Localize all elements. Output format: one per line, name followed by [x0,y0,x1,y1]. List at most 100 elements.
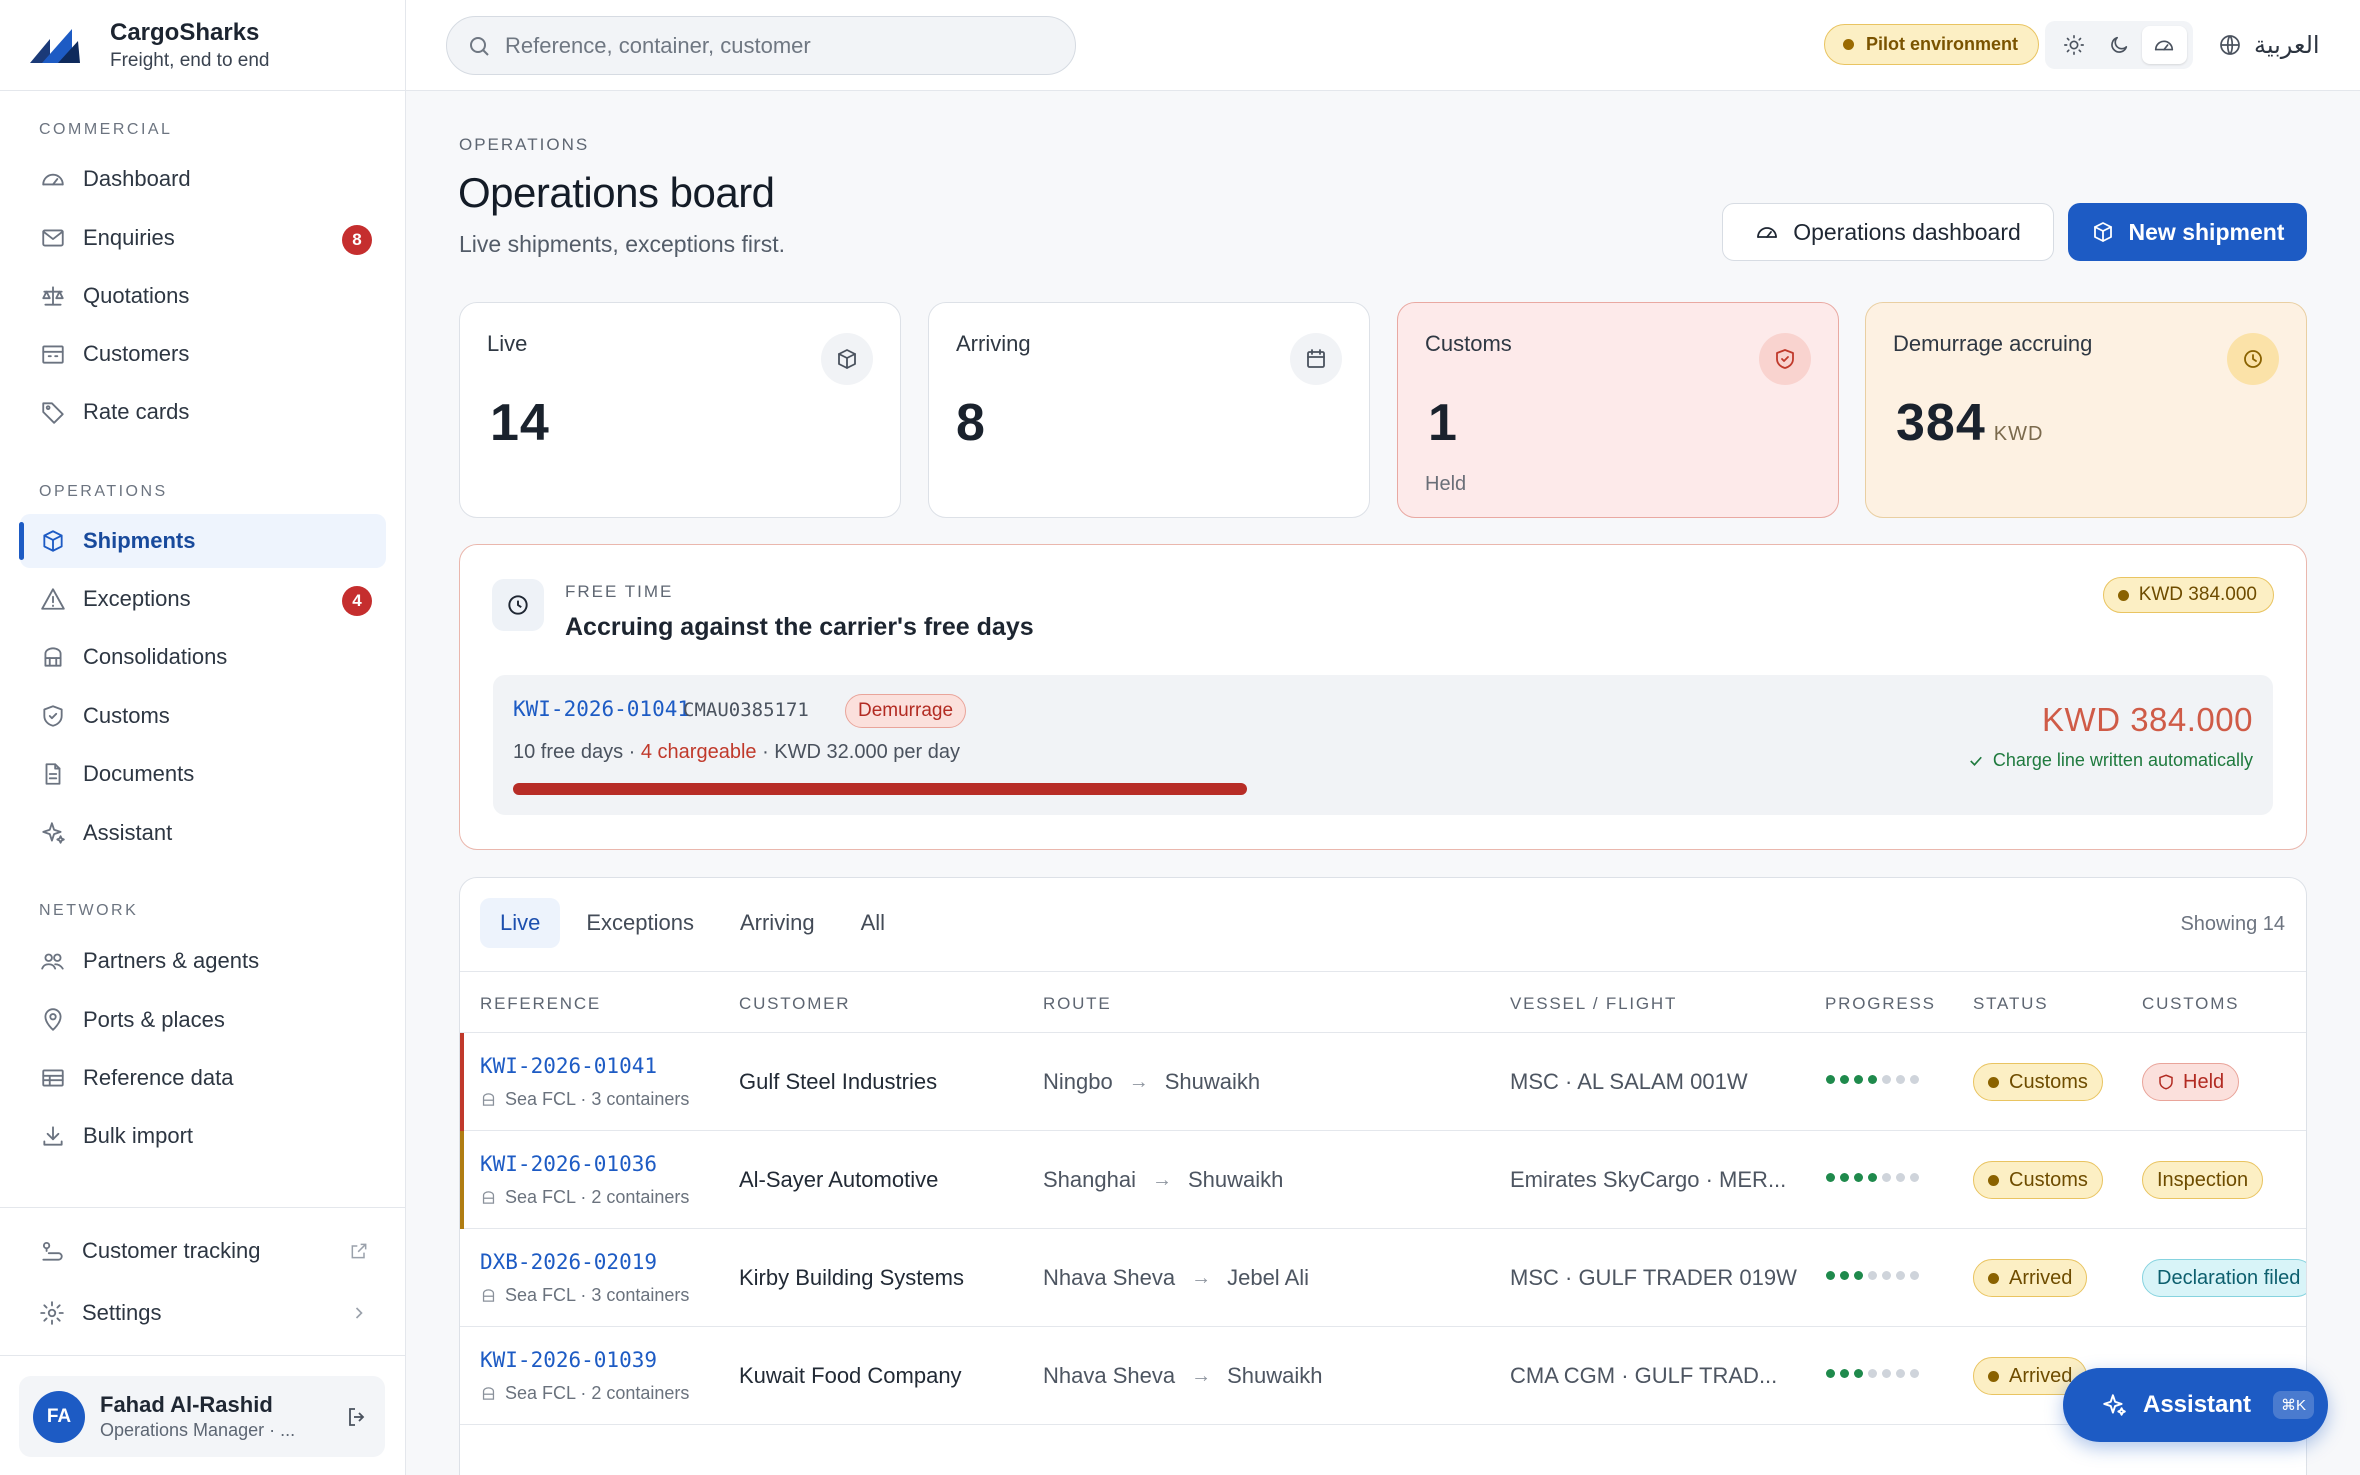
stat-number: 384 [1896,394,1986,452]
sidebar-item-shipments[interactable]: Shipments [19,514,386,568]
tab-exceptions[interactable]: Exceptions [566,898,714,948]
brand[interactable]: CargoSharks Freight, end to end [0,0,405,91]
sidebar-item-settings[interactable]: Settings [19,1286,385,1340]
container-icon [480,1385,505,1402]
stat-label: Live [487,331,528,356]
language-switcher[interactable]: العربية [2218,25,2320,65]
progress-step-dot [1854,1369,1863,1378]
shipment-reference-link[interactable]: DXB-2026-02019 [480,1250,657,1274]
auto-theme-button[interactable] [2141,26,2187,64]
tag-icon [40,399,66,425]
progress-step-dot [1840,1173,1849,1182]
operations-dashboard-button[interactable]: Operations dashboard [1722,203,2054,261]
sidebar-item-label: Customer tracking [82,1238,261,1263]
dark-theme-button[interactable] [2096,26,2141,64]
column-header-status[interactable]: STATUS [1973,994,2048,1014]
stat-card-customs[interactable]: Customs 1 Held [1397,302,1839,518]
progress-step-dot [1896,1271,1905,1280]
status-text: Customs [2009,1070,2088,1093]
shipment-meta: Sea FCL · 2 containers [480,1187,689,1208]
table-row[interactable]: KWI-2026-01041 Sea FCL · 3 containers Gulf… [460,1033,2306,1131]
sidebar-item-exceptions[interactable]: Exceptions 4 [20,572,386,626]
stat-card-live[interactable]: Live 14 [459,302,901,518]
vessel-flight: CMA CGM · GULF TRAD... [1510,1363,1778,1388]
customs-badge: Inspection [2142,1161,2264,1199]
shipment-reference-link[interactable]: KWI-2026-01039 [480,1348,657,1372]
route: Nhava Sheva → Jebel Ali [1043,1265,1309,1291]
sparkle-icon [2103,1394,2126,1416]
sidebar-item-assistant[interactable]: Assistant [20,806,386,860]
progress-step-dot [1882,1173,1891,1182]
column-header-customs[interactable]: CUSTOMS [2142,994,2239,1014]
mail-icon [40,225,66,251]
route-origin: Nhava Sheva [1043,1363,1176,1388]
sidebar-item-customers[interactable]: Customers [20,327,386,381]
route-origin: Ningbo [1043,1069,1113,1094]
stat-card-arriving[interactable]: Arriving 8 [928,302,1370,518]
sidebar-item-ports[interactable]: Ports & places [20,993,386,1047]
status-badge: Arrived [1973,1259,2088,1297]
user-card[interactable]: FA Fahad Al-Rashid Operations Manager · … [19,1376,385,1457]
table-row[interactable]: DXB-2026-02019 Sea FCL · 3 containers Kirb… [460,1229,2306,1327]
new-shipment-button[interactable]: New shipment [2068,203,2307,261]
logout-icon[interactable] [345,1405,369,1429]
sidebar-item-rate-cards[interactable]: Rate cards [20,385,386,439]
shipment-reference-link[interactable]: KWI-2026-01041 [513,697,690,721]
shipment-reference-link[interactable]: KWI-2026-01041 [480,1054,657,1078]
sidebar-item-customs[interactable]: Customs [20,689,386,743]
sidebar-item-label: Customers [83,341,190,366]
stat-sub: Held [1425,473,1467,495]
page-subtitle: Live shipments, exceptions first. [459,231,785,257]
search-input[interactable] [505,32,1065,59]
search-icon [470,36,489,56]
sidebar-item-quotations[interactable]: Quotations [20,269,386,323]
vessel-flight: MSC · AL SALAM 001W [1510,1069,1748,1094]
stat-value: 14 [490,394,550,452]
sidebar-item-dashboard[interactable]: Dashboard [20,152,386,206]
stat-value: 8 [956,394,986,452]
progress-step-dot [1854,1075,1863,1084]
progress-step-dot [1910,1271,1919,1280]
customs-badge: Declaration filed [2142,1259,2306,1297]
table-row[interactable]: KWI-2026-01036 Sea FCL · 2 containers Al-S… [460,1131,2306,1229]
customs-text: Declaration filed [2157,1266,2301,1289]
status-badge: Customs [1973,1063,2103,1101]
tab-all[interactable]: All [841,898,905,948]
demurrage-row[interactable]: KWI-2026-01041 CMAU0385171 Demurrage 10 … [493,675,2273,815]
shipment-mode: Sea FCL · 3 containers [505,1285,690,1305]
arrow-right-icon: → [1191,1266,1212,1289]
container-icon [480,1091,505,1108]
column-header-reference[interactable]: REFERENCE [480,994,601,1014]
stat-value: 1 [1428,394,1458,452]
sidebar-item-bulk-import[interactable]: Bulk import [20,1109,386,1163]
sidebar-item-consolidations[interactable]: Consolidations [20,630,386,684]
tab-arriving[interactable]: Arriving [720,898,835,948]
gear-icon [39,1300,65,1326]
user-role: Operations Manager · ... [100,1420,296,1440]
pin-icon [40,1007,66,1033]
column-header-route[interactable]: ROUTE [1043,994,1112,1014]
column-header-vessel[interactable]: VESSEL / FLIGHT [1510,994,1677,1014]
sidebar-item-reference-data[interactable]: Reference data [20,1051,386,1105]
progress-step-dot [1910,1075,1919,1084]
container-number: CMAU0385171 [683,699,809,721]
sidebar-divider [0,1355,405,1356]
daily-rate: KWD 32.000 per day [774,741,960,763]
sidebar-item-documents[interactable]: Documents [20,747,386,801]
status-dot [1988,1370,1999,1382]
shipment-reference-link[interactable]: KWI-2026-01036 [480,1152,657,1176]
assistant-button[interactable]: Assistant ⌘K [2063,1368,2328,1442]
new-shipment-label: New shipment [2128,218,2285,245]
sidebar-item-customer-tracking[interactable]: Customer tracking [19,1224,385,1278]
table-row[interactable]: KWI-2026-01039 Sea FCL · 2 containers Kuwa… [460,1327,2306,1425]
active-indicator [19,522,24,560]
tab-live[interactable]: Live [480,898,561,948]
search-box[interactable] [446,16,1076,75]
column-header-customer[interactable]: CUSTOMER [739,994,850,1014]
row-accent [460,1131,464,1229]
stat-card-demurrage[interactable]: Demurrage accruing 384 KWD [1865,302,2307,518]
column-header-progress[interactable]: PROGRESS [1825,994,1936,1014]
sidebar-item-partners[interactable]: Partners & agents [20,934,386,988]
sidebar-item-enquiries[interactable]: Enquiries 8 [20,211,386,265]
light-theme-button[interactable] [2051,26,2096,64]
